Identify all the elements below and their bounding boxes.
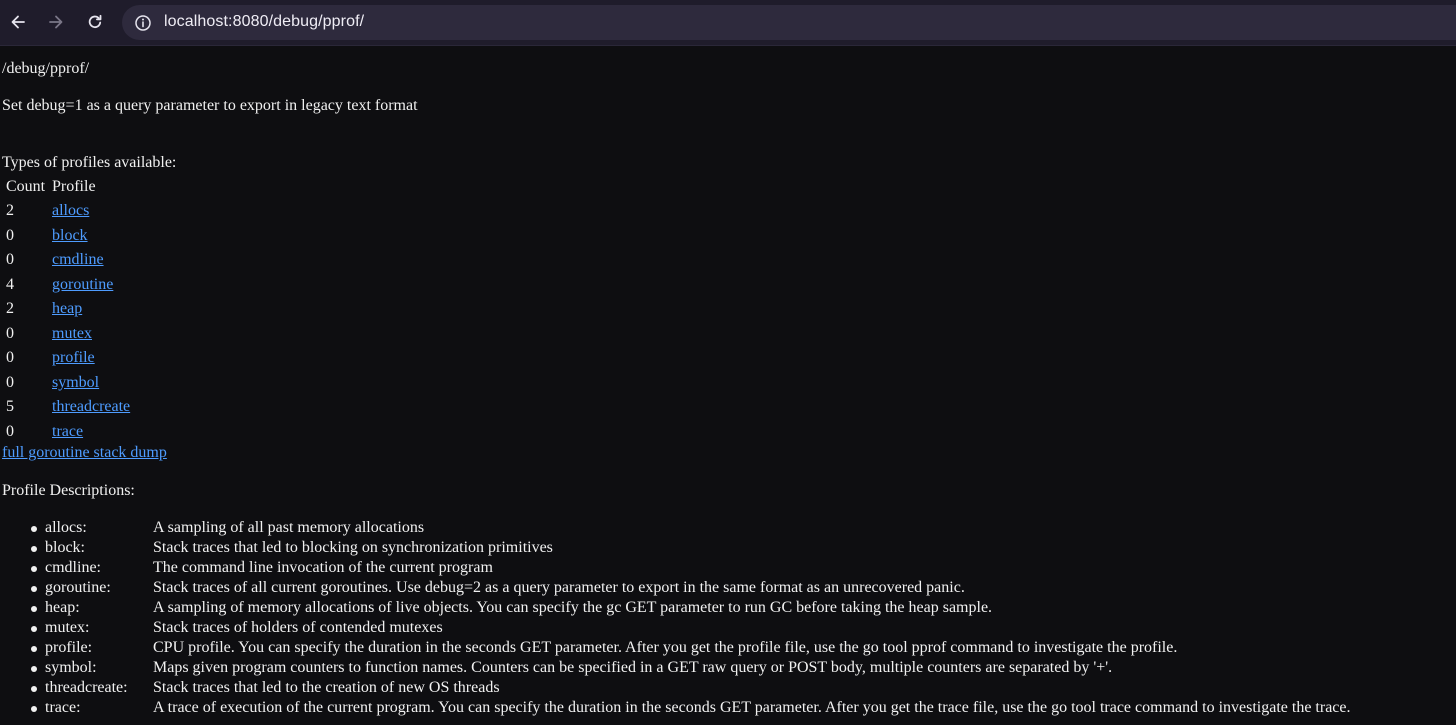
table-row: 2 allocs bbox=[4, 200, 132, 223]
profile-table: Count Profile 2 allocs 0 block 0 cmdline… bbox=[2, 174, 134, 445]
profile-count: 0 bbox=[6, 251, 14, 269]
profile-count: 2 bbox=[6, 202, 14, 220]
profile-column-header: Profile bbox=[52, 178, 96, 195]
profile-link-cmdline[interactable]: cmdline bbox=[52, 251, 104, 268]
profile-link-heap[interactable]: heap bbox=[52, 300, 82, 317]
browser-toolbar: localhost:8080/debug/pprof/ bbox=[0, 0, 1456, 46]
url-text[interactable]: localhost:8080/debug/pprof/ bbox=[164, 13, 364, 31]
profile-link-threadcreate[interactable]: threadcreate bbox=[52, 398, 130, 415]
table-row: 5 threadcreate bbox=[4, 396, 132, 419]
table-row: 0 trace bbox=[4, 421, 132, 444]
profile-link-goroutine[interactable]: goroutine bbox=[52, 276, 113, 293]
description-name: block: bbox=[45, 539, 85, 556]
profile-link-profile[interactable]: profile bbox=[52, 349, 95, 366]
arrow-left-icon[interactable] bbox=[4, 8, 32, 36]
description-name: profile: bbox=[45, 639, 93, 656]
table-row: 0 symbol bbox=[4, 372, 132, 395]
table-row: 0 block bbox=[4, 225, 132, 248]
description-name: cmdline: bbox=[45, 559, 101, 576]
description-text: Stack traces of holders of contended mut… bbox=[153, 619, 443, 636]
page-path-heading: /debug/pprof/ bbox=[2, 60, 90, 77]
profile-count: 5 bbox=[6, 398, 14, 416]
profile-count: 0 bbox=[6, 324, 14, 342]
arrow-right-icon[interactable] bbox=[42, 8, 70, 36]
description-text: A trace of execution of the current prog… bbox=[153, 699, 1351, 716]
profile-link-allocs[interactable]: allocs bbox=[52, 202, 89, 219]
profile-count: 0 bbox=[6, 226, 14, 244]
address-bar[interactable]: localhost:8080/debug/pprof/ bbox=[122, 5, 1456, 40]
profile-count: 0 bbox=[6, 373, 14, 391]
forward-button-glyph bbox=[49, 15, 63, 29]
bullet-icon bbox=[31, 566, 37, 572]
description-name: trace: bbox=[45, 699, 81, 716]
profile-link-block[interactable]: block bbox=[52, 227, 88, 244]
description-name: heap: bbox=[45, 599, 80, 616]
description-text: The command line invocation of the curre… bbox=[153, 559, 493, 576]
bullet-icon bbox=[31, 626, 37, 632]
description-name: goroutine: bbox=[45, 579, 111, 596]
description-text: A sampling of memory allocations of live… bbox=[153, 599, 993, 616]
description-text: Stack traces that led to blocking on syn… bbox=[153, 539, 553, 556]
bullet-icon bbox=[31, 706, 37, 712]
description-text: Stack traces that led to the creation of… bbox=[153, 679, 500, 696]
count-column-header: Count bbox=[6, 178, 46, 195]
profile-count: 2 bbox=[6, 300, 14, 318]
page-content: /debug/pprof/ Set debug=1 as a query par… bbox=[0, 46, 1456, 725]
bullet-icon bbox=[31, 526, 37, 532]
table-row: 0 cmdline bbox=[4, 249, 132, 272]
table-row: 0 profile bbox=[4, 347, 132, 370]
table-row: 4 goroutine bbox=[4, 274, 132, 297]
description-name: mutex: bbox=[45, 619, 90, 636]
legacy-format-note: Set debug=1 as a query parameter to expo… bbox=[2, 97, 418, 114]
profile-link-symbol[interactable]: symbol bbox=[52, 374, 99, 391]
profile-types-label: Types of profiles available: bbox=[2, 154, 177, 171]
description-text: Stack traces of all current goroutines. … bbox=[153, 579, 965, 596]
table-row: 2 heap bbox=[4, 298, 132, 321]
table-header-row: Count Profile bbox=[4, 176, 132, 198]
reload-icon[interactable] bbox=[81, 8, 109, 36]
profile-count: 4 bbox=[6, 275, 14, 293]
profile-descriptions-label: Profile Descriptions: bbox=[2, 482, 135, 499]
profile-link-mutex[interactable]: mutex bbox=[52, 325, 92, 342]
description-text: A sampling of all past memory allocation… bbox=[153, 519, 425, 536]
bullet-icon bbox=[31, 586, 37, 592]
bullet-icon bbox=[31, 646, 37, 652]
profile-count: 0 bbox=[6, 422, 14, 440]
bullet-icon bbox=[31, 606, 37, 612]
description-text: CPU profile. You can specify the duratio… bbox=[153, 639, 1178, 656]
description-name: allocs: bbox=[45, 519, 87, 536]
profile-count: 0 bbox=[6, 349, 14, 367]
reload-button-glyph bbox=[88, 14, 102, 29]
back-button-glyph bbox=[11, 15, 25, 29]
bullet-icon bbox=[31, 686, 37, 692]
description-text: Maps given program counters to function … bbox=[153, 659, 1113, 676]
bullet-icon bbox=[31, 666, 37, 672]
info-circle-icon[interactable] bbox=[133, 13, 153, 33]
bullet-icon bbox=[31, 546, 37, 552]
description-name: symbol: bbox=[45, 659, 97, 676]
full-goroutine-dump-link[interactable]: full goroutine stack dump bbox=[2, 443, 167, 463]
profile-link-trace[interactable]: trace bbox=[52, 423, 83, 440]
description-name: threadcreate: bbox=[45, 679, 128, 696]
site-info-glyph bbox=[135, 15, 151, 31]
table-row: 0 mutex bbox=[4, 323, 132, 346]
